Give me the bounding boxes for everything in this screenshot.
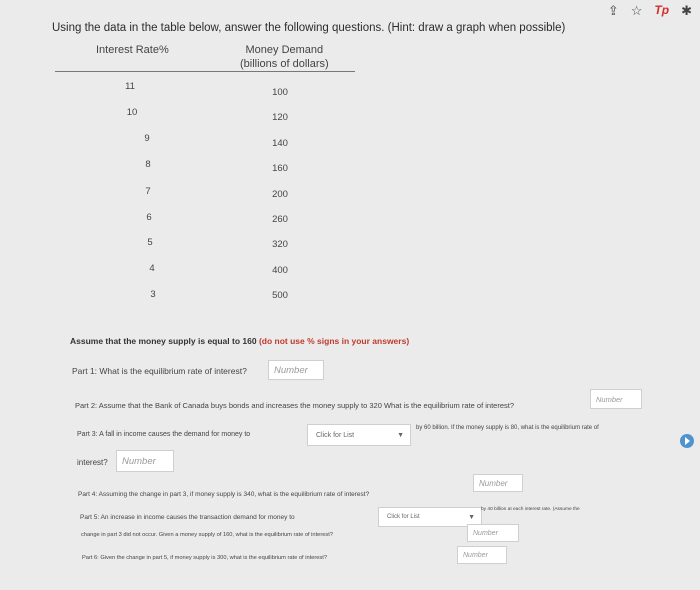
part5-question-line2: change in part 3 did not occur. Given a … xyxy=(81,532,333,538)
part3-question: Part 3: A fall in income causes the dema… xyxy=(77,431,251,438)
header-interest-rate: Interest Rate% xyxy=(96,44,169,56)
play-icon[interactable] xyxy=(680,434,694,448)
part3-answer-input[interactable]: Number xyxy=(116,450,174,472)
star-icon[interactable]: ☆ xyxy=(631,3,643,19)
assumption: Assume that the money supply is equal to… xyxy=(70,336,410,346)
table-cell-rate: 7 xyxy=(145,186,151,197)
table-cell-rate: 5 xyxy=(147,237,153,248)
browser-toolbar: ⇪ ☆ Tp ✱ xyxy=(608,3,692,19)
part1-question: Part 1: What is the equilibrium rate of … xyxy=(72,366,247,376)
table-cell-rate: 4 xyxy=(149,263,155,274)
part6-answer-input[interactable]: Number xyxy=(457,546,507,564)
part1-answer-input[interactable]: Number xyxy=(268,360,324,380)
table-cell-demand: 400 xyxy=(272,265,288,276)
header-money-demand: Money Demand (billions of dollars) xyxy=(240,44,329,70)
table-cell-demand: 200 xyxy=(272,189,288,200)
table-cell-rate: 9 xyxy=(144,133,150,144)
part2-answer-input[interactable]: Number xyxy=(590,389,642,409)
part3-direction-select[interactable]: Click for List ▼ xyxy=(307,424,411,446)
table-cell-demand: 160 xyxy=(272,163,288,174)
table-cell-rate: 11 xyxy=(125,81,135,92)
table-cell-demand: 260 xyxy=(272,214,288,225)
part5-answer-input[interactable]: Number xyxy=(467,524,519,542)
table-cell-rate: 10 xyxy=(126,107,138,118)
part6-question: Part 6: Given the change in part 5, if m… xyxy=(82,555,328,561)
part5-question-cont: by 40 billion at each interest rate. (As… xyxy=(481,507,580,512)
part4-answer-input[interactable]: Number xyxy=(473,474,523,492)
table-cell-demand: 500 xyxy=(272,290,288,301)
part3-question-cont: by 60 billion. If the money supply is 80… xyxy=(416,425,599,431)
part3-question-line2: interest? xyxy=(77,458,108,467)
share-icon[interactable]: ⇪ xyxy=(608,3,619,19)
table-cell-demand: 100 xyxy=(272,87,288,98)
table-cell-demand: 120 xyxy=(272,112,288,123)
chevron-down-icon: ▼ xyxy=(468,513,475,521)
puzzle-icon[interactable]: ✱ xyxy=(681,3,692,19)
chevron-down-icon: ▼ xyxy=(397,431,404,439)
table-cell-rate: 6 xyxy=(146,212,152,223)
question-title: Using the data in the table below, answe… xyxy=(52,22,566,34)
extension-icon[interactable]: Tp xyxy=(654,3,669,19)
table-cell-rate: 3 xyxy=(150,289,156,300)
table-rule xyxy=(55,71,355,72)
table-cell-demand: 140 xyxy=(272,138,288,149)
part2-question: Part 2: Assume that the Bank of Canada b… xyxy=(75,401,515,410)
table-cell-demand: 320 xyxy=(272,239,288,250)
part5-question: Part 5: An increase in income causes the… xyxy=(80,514,295,521)
table-cell-rate: 8 xyxy=(145,159,151,170)
part4-question: Part 4: Assuming the change in part 3, i… xyxy=(78,491,370,498)
